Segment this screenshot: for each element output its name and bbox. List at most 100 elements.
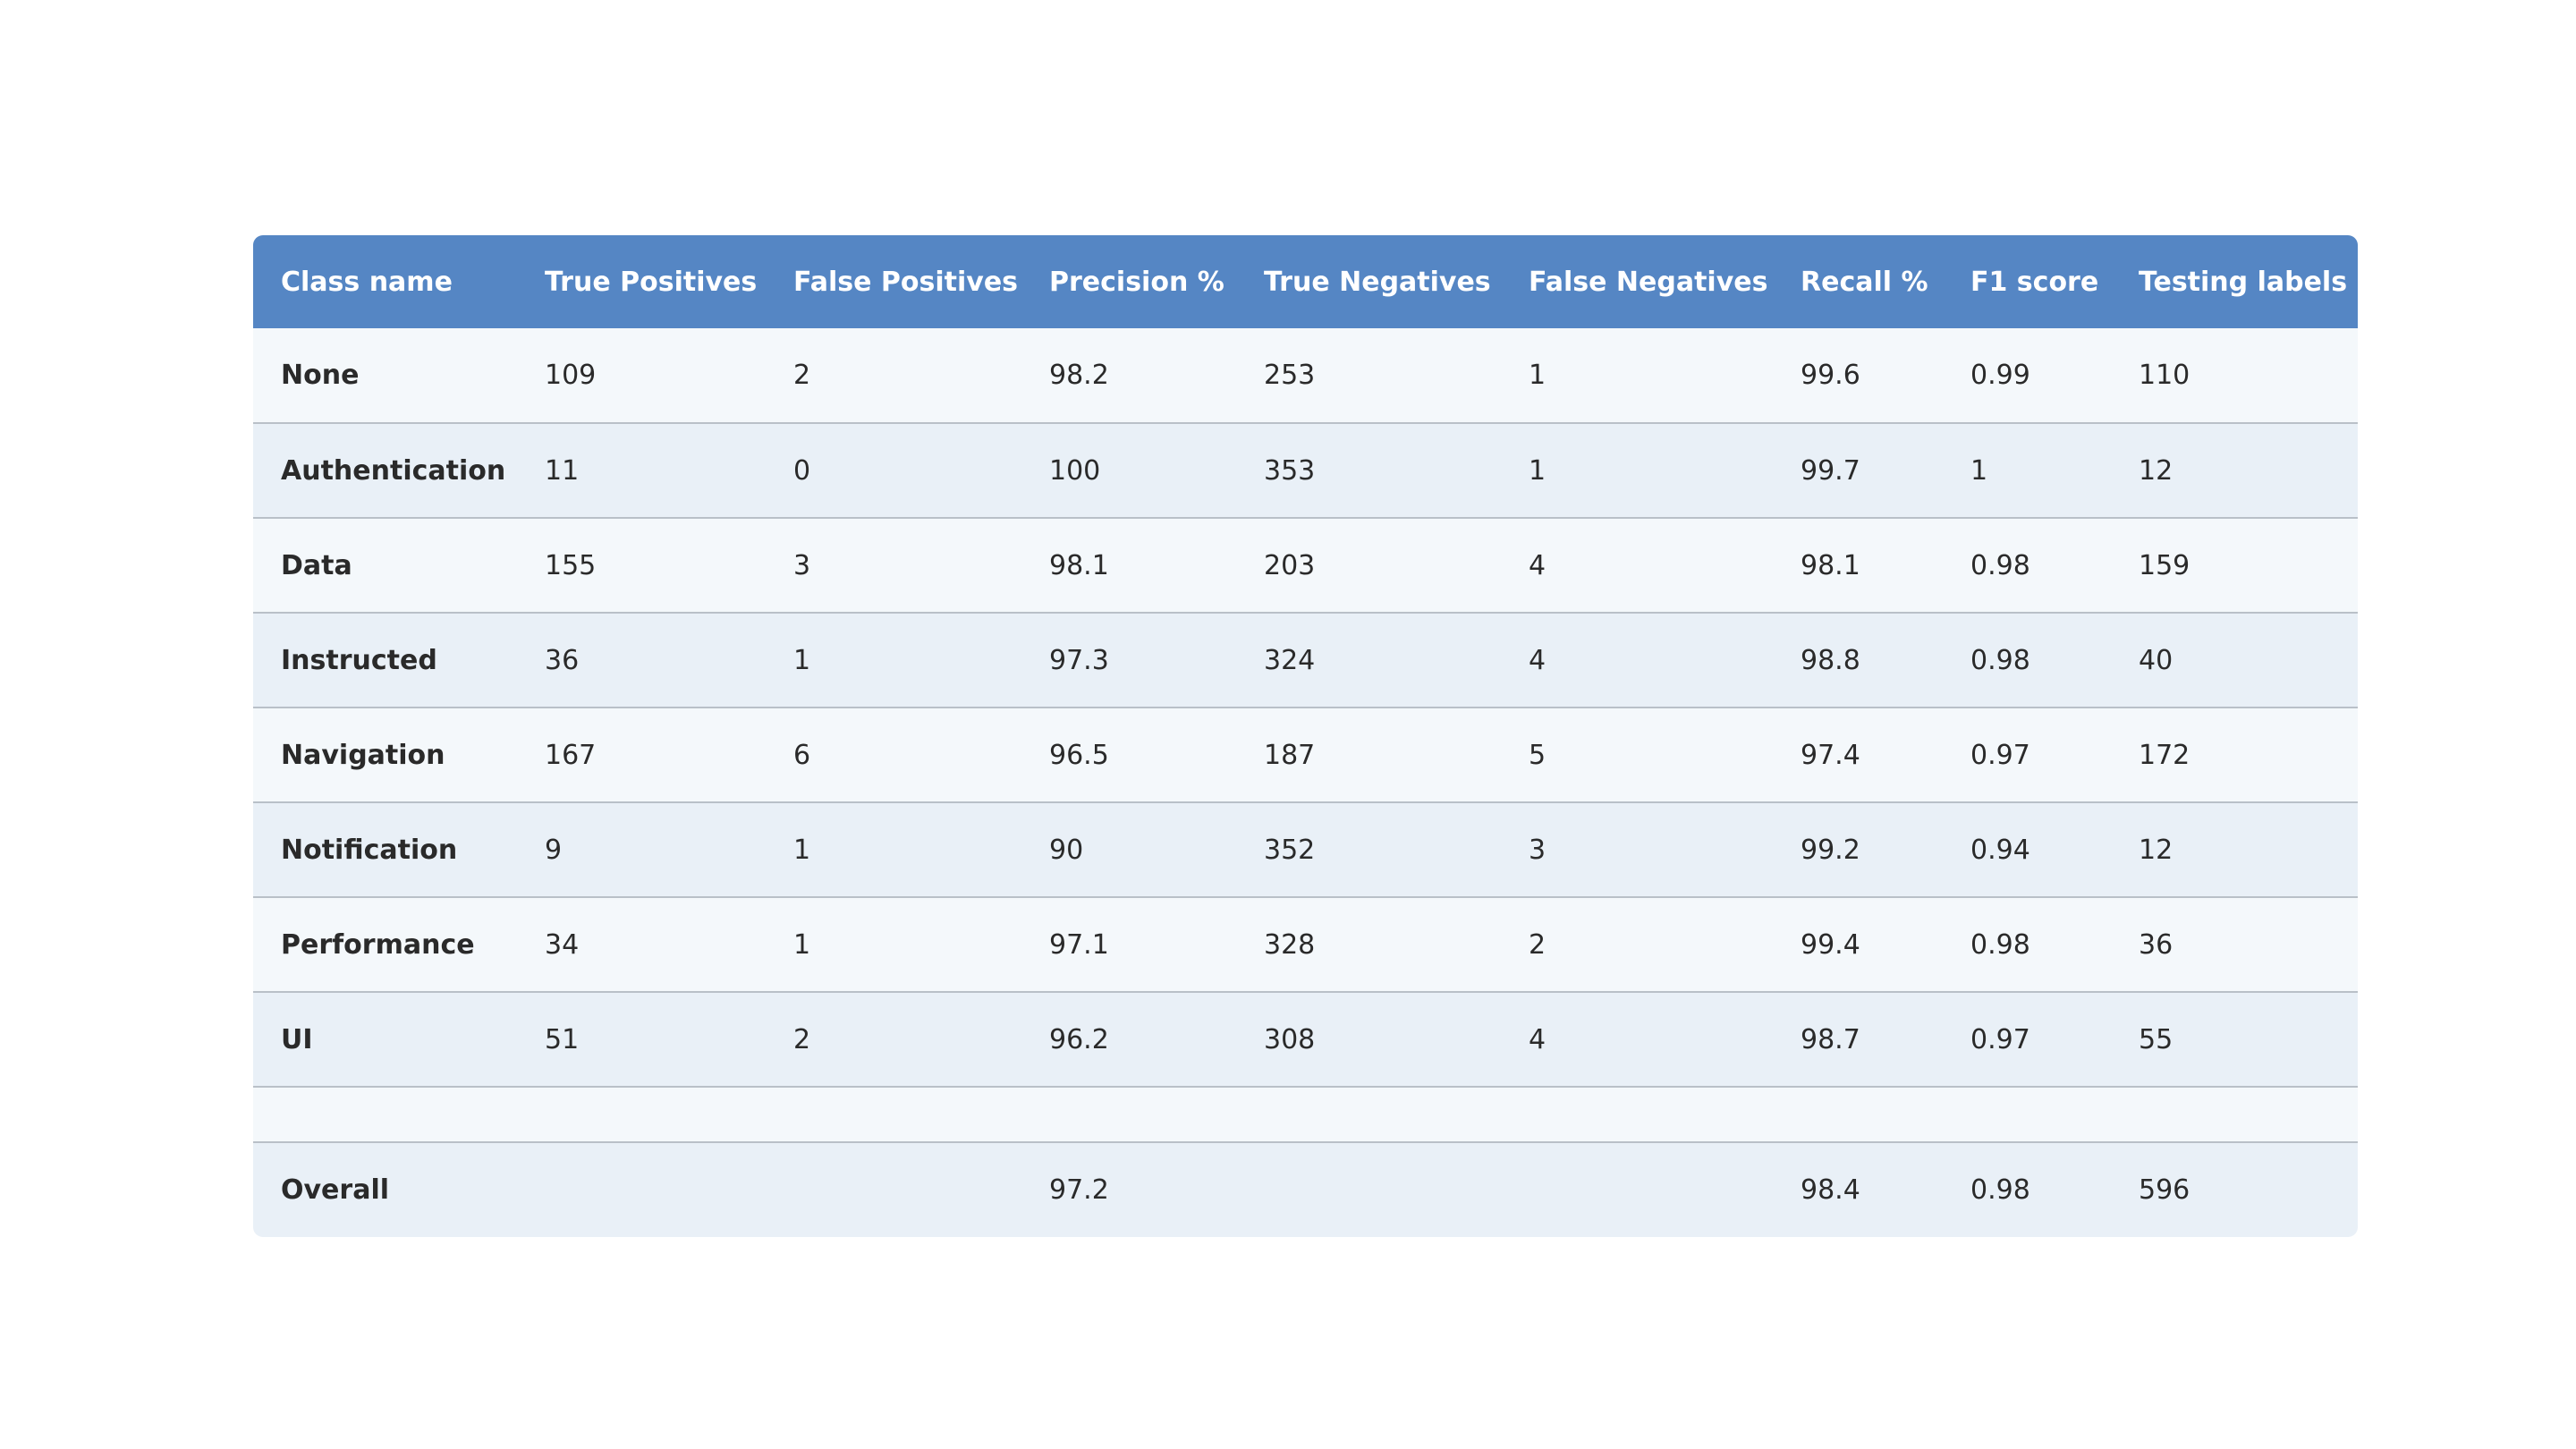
cell-testing-labels	[2111, 1086, 2358, 1142]
cell-f1-score: 0.99	[1943, 328, 2111, 423]
cell-f1-score: 0.97	[1943, 991, 2111, 1087]
cell-testing-labels: 12	[2111, 801, 2358, 897]
table-row: UI 51 2 96.2 308 4 98.7 0.97 55	[253, 991, 2358, 1087]
cell-precision: 97.2	[1021, 1141, 1236, 1237]
cell-precision: 97.1	[1021, 896, 1236, 992]
cell-recall	[1773, 1086, 1943, 1142]
cell-class-name: Navigation	[253, 707, 517, 802]
cell-recall: 98.8	[1773, 612, 1943, 708]
cell-false-negatives: 3	[1501, 801, 1773, 897]
cell-false-positives: 2	[766, 991, 1021, 1087]
cell-recall: 99.2	[1773, 801, 1943, 897]
cell-class-name: Overall	[253, 1141, 517, 1237]
cell-true-positives: 36	[517, 612, 766, 708]
cell-testing-labels: 596	[2111, 1141, 2358, 1237]
cell-true-positives: 167	[517, 707, 766, 802]
cell-testing-labels: 159	[2111, 517, 2358, 613]
header-false-negatives: False Negatives	[1501, 235, 1773, 328]
cell-testing-labels: 40	[2111, 612, 2358, 708]
cell-testing-labels: 36	[2111, 896, 2358, 992]
cell-false-positives: 3	[766, 517, 1021, 613]
cell-testing-labels: 110	[2111, 328, 2358, 423]
cell-false-negatives: 1	[1501, 328, 1773, 423]
cell-recall: 98.4	[1773, 1141, 1943, 1237]
cell-false-negatives: 5	[1501, 707, 1773, 802]
cell-true-positives	[517, 1141, 766, 1237]
cell-true-positives: 109	[517, 328, 766, 423]
cell-precision: 100	[1021, 422, 1236, 518]
cell-class-name: Performance	[253, 896, 517, 992]
cell-false-positives: 0	[766, 422, 1021, 518]
cell-false-negatives: 4	[1501, 517, 1773, 613]
header-true-positives: True Positives	[517, 235, 766, 328]
cell-false-negatives: 4	[1501, 612, 1773, 708]
cell-testing-labels: 12	[2111, 422, 2358, 518]
header-precision: Precision %	[1021, 235, 1236, 328]
header-true-negatives: True Negatives	[1236, 235, 1501, 328]
cell-class-name	[253, 1086, 517, 1142]
results-table-card: Class name True Positives False Positive…	[253, 235, 2358, 1237]
cell-f1-score: 0.94	[1943, 801, 2111, 897]
table-row: Navigation 167 6 96.5 187 5 97.4 0.97 172	[253, 707, 2358, 802]
spacer-row	[253, 1086, 2358, 1142]
cell-class-name: Data	[253, 517, 517, 613]
cell-testing-labels: 55	[2111, 991, 2358, 1087]
cell-precision: 98.1	[1021, 517, 1236, 613]
cell-recall: 98.1	[1773, 517, 1943, 613]
cell-false-positives	[766, 1141, 1021, 1237]
table-body: None 109 2 98.2 253 1 99.6 0.99 110 Authenticatio…	[253, 328, 2358, 1237]
cell-false-positives: 1	[766, 896, 1021, 992]
cell-true-positives: 34	[517, 896, 766, 992]
cell-f1-score: 0.98	[1943, 1141, 2111, 1237]
cell-false-negatives	[1501, 1086, 1773, 1142]
header-recall: Recall %	[1773, 235, 1943, 328]
cell-true-positives: 9	[517, 801, 766, 897]
cell-precision	[1021, 1086, 1236, 1142]
cell-true-positives	[517, 1086, 766, 1142]
cell-false-negatives	[1501, 1141, 1773, 1237]
cell-recall: 99.6	[1773, 328, 1943, 423]
cell-true-negatives	[1236, 1141, 1501, 1237]
cell-false-positives: 1	[766, 801, 1021, 897]
cell-true-negatives: 308	[1236, 991, 1501, 1087]
cell-f1-score: 0.98	[1943, 612, 2111, 708]
header-class-name: Class name	[253, 235, 517, 328]
cell-true-negatives: 353	[1236, 422, 1501, 518]
cell-true-positives: 51	[517, 991, 766, 1087]
cell-precision: 90	[1021, 801, 1236, 897]
cell-true-positives: 155	[517, 517, 766, 613]
cell-f1-score: 1	[1943, 422, 2111, 518]
cell-precision: 97.3	[1021, 612, 1236, 708]
cell-recall: 99.7	[1773, 422, 1943, 518]
cell-true-positives: 11	[517, 422, 766, 518]
cell-false-negatives: 4	[1501, 991, 1773, 1087]
cell-class-name: Authentication	[253, 422, 517, 518]
cell-recall: 99.4	[1773, 896, 1943, 992]
cell-f1-score: 0.97	[1943, 707, 2111, 802]
cell-true-negatives: 187	[1236, 707, 1501, 802]
header-row: Class name True Positives False Positive…	[253, 235, 2358, 328]
cell-false-positives	[766, 1086, 1021, 1142]
header-false-positives: False Positives	[766, 235, 1021, 328]
cell-false-positives: 1	[766, 612, 1021, 708]
cell-true-negatives: 352	[1236, 801, 1501, 897]
table-row: Authentication 11 0 100 353 1 99.7 1 12	[253, 422, 2358, 518]
cell-false-positives: 6	[766, 707, 1021, 802]
cell-true-negatives: 324	[1236, 612, 1501, 708]
table-row: Instructed 36 1 97.3 324 4 98.8 0.98 40	[253, 612, 2358, 708]
cell-class-name: UI	[253, 991, 517, 1087]
cell-true-negatives: 253	[1236, 328, 1501, 423]
table-row: Notification 9 1 90 352 3 99.2 0.94 12	[253, 801, 2358, 897]
cell-precision: 98.2	[1021, 328, 1236, 423]
cell-recall: 97.4	[1773, 707, 1943, 802]
cell-true-negatives: 203	[1236, 517, 1501, 613]
cell-false-negatives: 1	[1501, 422, 1773, 518]
table-row: Performance 34 1 97.1 328 2 99.4 0.98 36	[253, 896, 2358, 992]
cell-precision: 96.5	[1021, 707, 1236, 802]
header-f1-score: F1 score	[1943, 235, 2111, 328]
cell-testing-labels: 172	[2111, 707, 2358, 802]
table-row: Overall 97.2 98.4 0.98 596	[253, 1141, 2358, 1237]
cell-false-positives: 2	[766, 328, 1021, 423]
table-row: Data 155 3 98.1 203 4 98.1 0.98 159	[253, 517, 2358, 613]
classification-results-table: Class name True Positives False Positive…	[253, 235, 2358, 1237]
